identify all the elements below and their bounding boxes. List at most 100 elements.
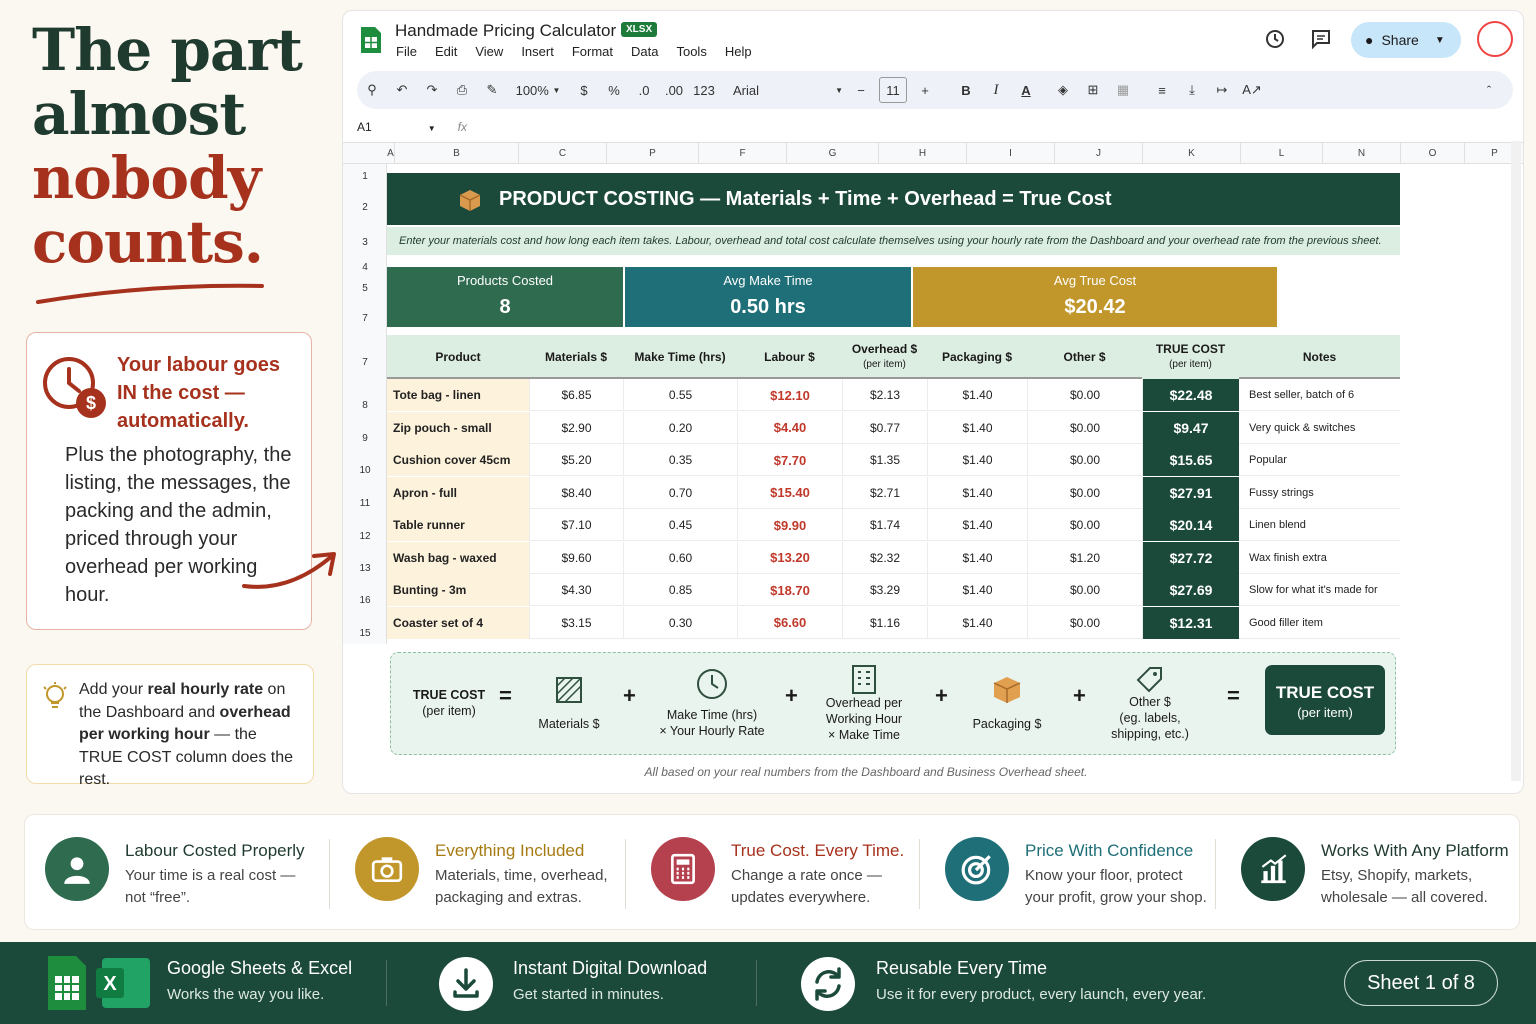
make-time-cell[interactable]: 0.20 [623, 411, 737, 444]
merge-cells-icon[interactable]: ▦ [1111, 77, 1135, 103]
product-cell[interactable]: Bunting - 3m [387, 574, 529, 606]
menu-format[interactable]: Format [572, 44, 613, 59]
row-header[interactable]: 3 [343, 226, 387, 258]
true-cost-cell[interactable]: $27.72 [1142, 541, 1239, 574]
materials-cell[interactable]: $9.60 [529, 541, 623, 574]
product-cell[interactable]: Cushion cover 45cm [387, 444, 529, 476]
history-icon[interactable] [1263, 27, 1287, 51]
product-cell[interactable]: Apron - full [387, 476, 529, 509]
overhead-cell[interactable]: $1.16 [842, 606, 927, 639]
row-header[interactable]: 11 [343, 487, 387, 520]
notes-cell[interactable]: Slow for what it's made for [1239, 574, 1400, 606]
materials-cell[interactable]: $2.90 [529, 411, 623, 444]
column-header[interactable]: B [395, 143, 519, 164]
other-cell[interactable]: $0.00 [1027, 509, 1142, 541]
true-cost-cell[interactable]: $12.31 [1142, 606, 1239, 639]
notes-cell[interactable]: Best seller, batch of 6 [1239, 379, 1400, 411]
number-format-button[interactable]: 123 [692, 77, 716, 103]
column-header[interactable]: G [787, 143, 879, 164]
column-header[interactable]: H [879, 143, 967, 164]
true-cost-cell[interactable]: $20.14 [1142, 509, 1239, 541]
row-header[interactable]: 4 [343, 258, 387, 276]
true-cost-cell[interactable]: $27.69 [1142, 574, 1239, 606]
packaging-cell[interactable]: $1.40 [927, 606, 1027, 639]
packaging-cell[interactable]: $1.40 [927, 509, 1027, 541]
overhead-cell[interactable]: $3.29 [842, 574, 927, 606]
labour-cell[interactable]: $15.40 [737, 476, 842, 509]
product-cell[interactable]: Table runner [387, 509, 529, 541]
make-time-cell[interactable]: 0.35 [623, 444, 737, 476]
overhead-cell[interactable]: $2.13 [842, 379, 927, 411]
true-cost-cell[interactable]: $9.47 [1142, 411, 1239, 444]
scrollbar[interactable] [1511, 141, 1521, 781]
labour-cell[interactable]: $13.20 [737, 541, 842, 574]
make-time-cell[interactable]: 0.60 [623, 541, 737, 574]
materials-cell[interactable]: $8.40 [529, 476, 623, 509]
comment-icon[interactable] [1309, 27, 1333, 51]
font-size-increase-button[interactable]: + [913, 77, 937, 103]
row-header[interactable]: 13 [343, 552, 387, 584]
column-header[interactable]: C [519, 143, 607, 164]
collapse-toolbar-icon[interactable]: ˆ [1477, 77, 1501, 103]
overhead-cell[interactable]: $1.74 [842, 509, 927, 541]
font-size-decrease-button[interactable]: − [849, 77, 873, 103]
undo-icon[interactable]: ↶ [390, 77, 414, 103]
notes-cell[interactable]: Wax finish extra [1239, 542, 1400, 574]
row-header[interactable]: 7 [343, 336, 387, 388]
materials-cell[interactable]: $3.15 [529, 606, 623, 639]
document-title[interactable]: Handmade Pricing Calculator [395, 21, 616, 41]
column-header[interactable]: K [1143, 143, 1241, 164]
true-cost-cell[interactable]: $22.48 [1142, 379, 1239, 411]
menu-data[interactable]: Data [631, 44, 658, 59]
column-header[interactable]: N [1323, 143, 1401, 164]
row-header[interactable]: 9 [343, 422, 387, 454]
menu-file[interactable]: File [396, 44, 417, 59]
make-time-cell[interactable]: 0.70 [623, 476, 737, 509]
materials-cell[interactable]: $4.30 [529, 574, 623, 606]
make-time-cell[interactable]: 0.30 [623, 606, 737, 639]
materials-cell[interactable]: $5.20 [529, 444, 623, 476]
row-header[interactable]: 5 [343, 276, 387, 300]
packaging-cell[interactable]: $1.40 [927, 476, 1027, 509]
packaging-cell[interactable]: $1.40 [927, 379, 1027, 411]
row-header[interactable]: 12 [343, 520, 387, 552]
materials-cell[interactable]: $6.85 [529, 379, 623, 411]
borders-icon[interactable]: ⊞ [1081, 77, 1105, 103]
overhead-cell[interactable]: $2.32 [842, 541, 927, 574]
text-color-button[interactable]: A [1014, 77, 1038, 103]
labour-cell[interactable]: $18.70 [737, 574, 842, 606]
other-cell[interactable]: $0.00 [1027, 574, 1142, 606]
notes-cell[interactable]: Linen blend [1239, 509, 1400, 541]
paint-format-icon[interactable]: ✎ [480, 77, 504, 103]
redo-icon[interactable]: ↷ [420, 77, 444, 103]
column-header[interactable]: P [607, 143, 699, 164]
packaging-cell[interactable]: $1.40 [927, 574, 1027, 606]
packaging-cell[interactable]: $1.40 [927, 444, 1027, 476]
font-select[interactable]: Arial ▼ [733, 77, 843, 103]
menu-view[interactable]: View [475, 44, 503, 59]
column-header[interactable]: I [967, 143, 1055, 164]
column-header[interactable]: F [699, 143, 787, 164]
true-cost-cell[interactable]: $27.91 [1142, 476, 1239, 509]
overhead-cell[interactable]: $1.35 [842, 444, 927, 476]
product-cell[interactable]: Wash bag - waxed [387, 541, 529, 574]
row-header[interactable]: 2 [343, 188, 387, 226]
other-cell[interactable]: $0.00 [1027, 379, 1142, 411]
fill-color-icon[interactable]: ◈ [1051, 77, 1075, 103]
menu-edit[interactable]: Edit [435, 44, 457, 59]
labour-cell[interactable]: $9.90 [737, 509, 842, 541]
labour-cell[interactable]: $4.40 [737, 411, 842, 444]
column-header[interactable]: J [1055, 143, 1143, 164]
menu-insert[interactable]: Insert [521, 44, 554, 59]
product-cell[interactable]: Tote bag - linen [387, 379, 529, 411]
row-header[interactable]: 8 [343, 388, 387, 422]
row-header[interactable]: 10 [343, 454, 387, 487]
decrease-decimal-button[interactable]: .0 [632, 77, 656, 103]
column-header[interactable]: A [387, 143, 395, 164]
notes-cell[interactable]: Popular [1239, 444, 1400, 476]
notes-cell[interactable]: Very quick & switches [1239, 412, 1400, 444]
font-size-input[interactable]: 11 [879, 77, 907, 103]
increase-decimal-button[interactable]: .00 [662, 77, 686, 103]
labour-cell[interactable]: $12.10 [737, 379, 842, 411]
italic-button[interactable]: I [984, 77, 1008, 103]
